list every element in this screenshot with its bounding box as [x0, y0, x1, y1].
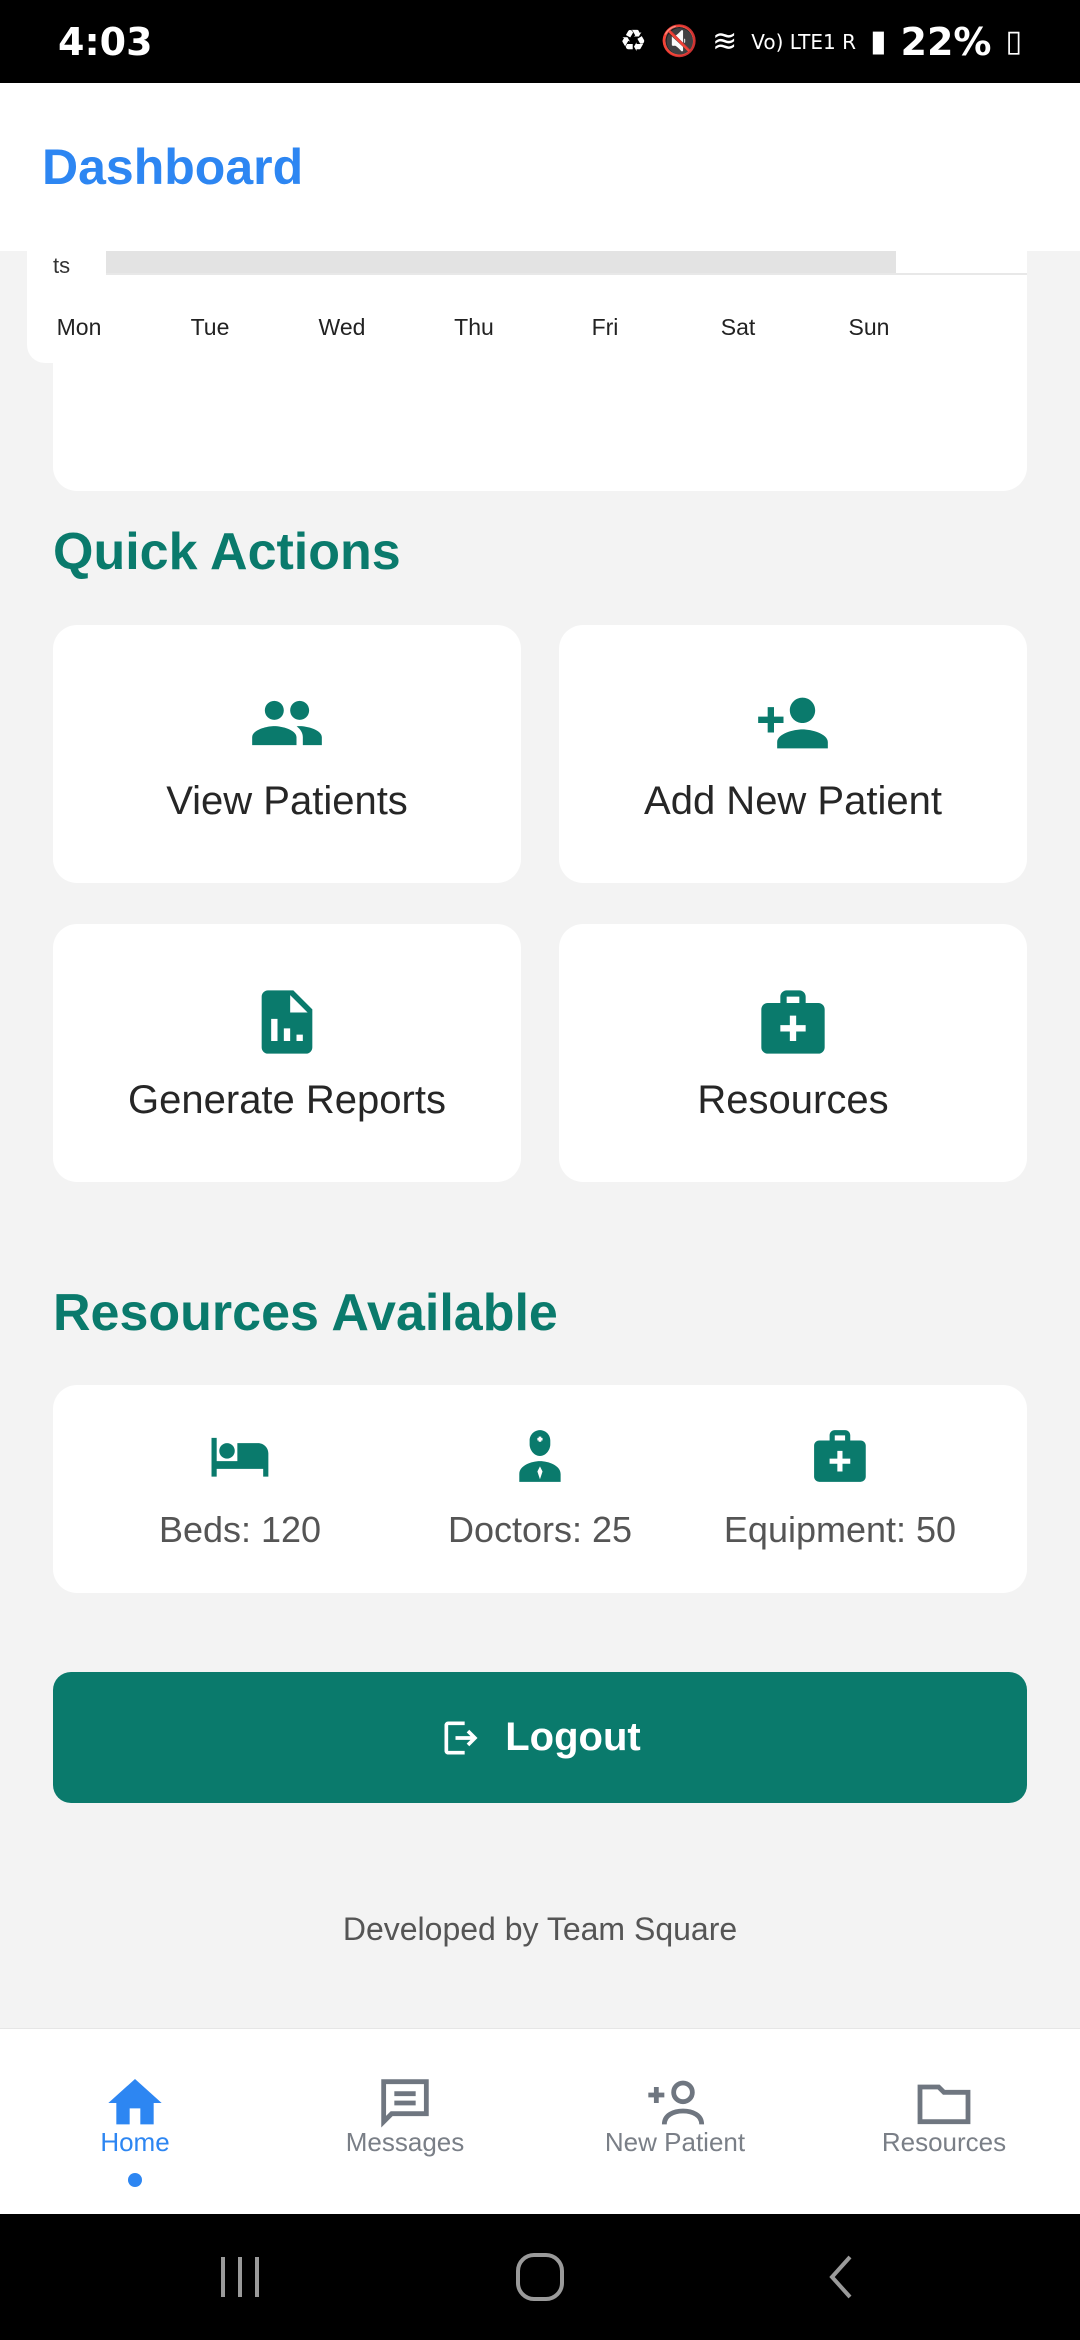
nav-label: Home — [100, 2127, 170, 2157]
chart-day-label: Sat — [720, 314, 756, 340]
dashboard-content[interactable]: ts Mon Tue Wed Thu Fri Sat Sun Quick Act… — [0, 251, 1080, 2028]
doctors-count: Doctors: 25 — [447, 1509, 633, 1550]
nav-messages[interactable]: Messages — [275, 2071, 535, 2158]
generate-reports-button[interactable]: Generate Reports — [53, 924, 521, 1182]
network-label: Vo) LTE1 R — [751, 29, 856, 54]
medical-bag-icon — [761, 989, 825, 1054]
logout-label: Logout — [505, 1715, 641, 1759]
logout-button[interactable]: Logout — [53, 1672, 1027, 1803]
chart-day-label: Mon — [56, 314, 102, 340]
recent-apps-button[interactable] — [200, 2214, 280, 2340]
chart-day-label: Thu — [454, 314, 494, 340]
add-new-patient-button[interactable]: Add New Patient — [559, 625, 1027, 883]
home-system-button[interactable] — [500, 2214, 580, 2340]
chart-day-label: Fri — [591, 314, 619, 340]
wifi-icon: ≋ — [712, 24, 738, 59]
page-title: Dashboard — [42, 139, 304, 195]
logout-icon — [444, 1721, 478, 1754]
beds-stat: Beds: 120 — [159, 1425, 321, 1551]
bottom-navigation: Home Messages New Patient Resources — [0, 2028, 1080, 2214]
app-header: Dashboard — [0, 83, 1080, 251]
nav-home[interactable]: Home — [5, 2071, 265, 2187]
report-icon — [261, 989, 313, 1054]
resources-available-title: Resources Available — [53, 1284, 558, 1342]
message-icon — [381, 2079, 429, 2128]
bed-icon — [211, 1437, 269, 1477]
resources-available-card: Beds: 120 Doctors: 25 Equipment: 50 — [53, 1385, 1027, 1593]
chart-truncated-label: ts — [53, 253, 71, 278]
home-icon — [108, 2079, 162, 2125]
folder-icon — [917, 2084, 971, 2125]
recent-apps-icon — [221, 2257, 259, 2297]
home-circle-icon — [516, 2253, 564, 2301]
battery-percentage: 22% — [900, 19, 992, 64]
recycle-icon: ♻ — [619, 24, 647, 59]
action-label: View Patients — [166, 778, 408, 823]
resources-button[interactable]: Resources — [559, 924, 1027, 1182]
doctors-stat: Doctors: 25 — [448, 1425, 632, 1551]
person-add-icon — [758, 697, 828, 748]
nav-label: Messages — [345, 2127, 465, 2157]
footer-credit: Developed by Team Square — [342, 1911, 738, 1947]
chart-axis — [106, 273, 1027, 275]
nav-resources[interactable]: Resources — [814, 2071, 1074, 2158]
status-bar: 4:03 ♻ 🔇 ≋ Vo) LTE1 R ▮ 22% ▯ — [0, 0, 1080, 83]
action-label: Resources — [697, 1077, 889, 1122]
chart-day-label: Sun — [848, 314, 890, 340]
chart-day-label: Tue — [190, 314, 230, 340]
group-icon — [252, 700, 322, 745]
back-button[interactable] — [800, 2214, 880, 2340]
mute-icon: 🔇 — [660, 24, 699, 59]
medical-bag-icon — [814, 1430, 866, 1482]
active-indicator — [128, 2173, 142, 2187]
battery-icon: ▯ — [1005, 24, 1022, 59]
nav-label: New Patient — [604, 2127, 746, 2157]
status-time: 4:03 — [58, 19, 153, 64]
weekly-chart: ts Mon Tue Wed Thu Fri Sat Sun — [27, 251, 1027, 363]
nav-new-patient[interactable]: New Patient — [545, 2071, 805, 2158]
beds-count: Beds: 120 — [158, 1509, 322, 1550]
back-chevron-icon — [829, 2255, 852, 2299]
chart-day-label: Wed — [318, 314, 366, 340]
person-add-icon — [648, 2080, 705, 2125]
chart-bar — [106, 251, 896, 274]
nav-label: Resources — [881, 2127, 1007, 2157]
signal-icon: ▮ — [870, 24, 887, 59]
view-patients-button[interactable]: View Patients — [53, 625, 521, 883]
status-icons: ♻ 🔇 ≋ Vo) LTE1 R ▮ 22% ▯ — [620, 20, 1022, 64]
action-label: Add New Patient — [644, 778, 942, 823]
action-label: Generate Reports — [128, 1077, 446, 1122]
doctor-icon — [519, 1430, 561, 1482]
equipment-stat: Equipment: 50 — [724, 1425, 956, 1551]
equipment-count: Equipment: 50 — [723, 1509, 957, 1550]
quick-actions-title: Quick Actions — [53, 523, 401, 581]
system-navigation — [0, 2214, 1080, 2340]
